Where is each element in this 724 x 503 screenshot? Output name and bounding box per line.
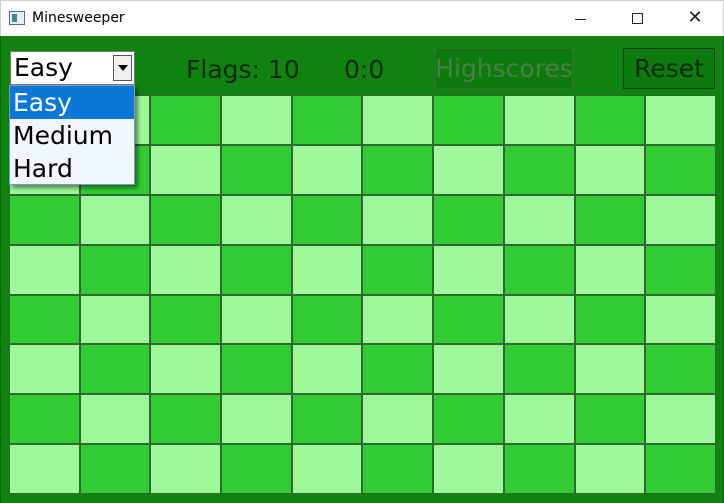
grid-cell[interactable] <box>79 294 151 345</box>
grid-cell[interactable] <box>9 394 80 445</box>
grid-cell[interactable] <box>79 444 151 494</box>
grid-cell[interactable] <box>362 244 434 295</box>
grid-cell[interactable] <box>433 444 504 494</box>
title-bar: Minesweeper ✕ <box>0 0 724 36</box>
grid-cell[interactable] <box>291 194 363 245</box>
grid-cell[interactable] <box>503 144 575 195</box>
grid-cell[interactable] <box>362 444 434 494</box>
dropdown-option-medium[interactable]: Medium <box>10 119 134 152</box>
grid-cell[interactable] <box>574 95 646 145</box>
grid-cell[interactable] <box>433 194 504 245</box>
grid-cell[interactable] <box>503 444 575 494</box>
grid-cell[interactable] <box>645 344 716 395</box>
difficulty-value: Easy <box>14 53 73 82</box>
grid-cell[interactable] <box>503 294 575 345</box>
grid-cell[interactable] <box>79 394 151 445</box>
grid-cell[interactable] <box>503 194 575 245</box>
grid-cell[interactable] <box>150 294 222 345</box>
grid-cell[interactable] <box>362 144 434 195</box>
grid-cell[interactable] <box>221 344 292 395</box>
grid-cell[interactable] <box>291 95 363 145</box>
timer: 0:0 <box>344 55 385 84</box>
grid-cell[interactable] <box>574 444 646 494</box>
grid-cell[interactable] <box>574 294 646 345</box>
grid-cell[interactable] <box>79 194 151 245</box>
grid-cell[interactable] <box>574 244 646 295</box>
grid-cell[interactable] <box>362 394 434 445</box>
grid-cell[interactable] <box>645 394 716 445</box>
grid-cell[interactable] <box>9 444 80 494</box>
close-icon: ✕ <box>687 7 703 28</box>
grid-cell[interactable] <box>645 244 716 295</box>
grid-cell[interactable] <box>574 394 646 445</box>
close-button[interactable]: ✕ <box>672 1 718 35</box>
grid-cell[interactable] <box>291 394 363 445</box>
difficulty-dropdown-list: Easy Medium Hard <box>9 85 135 185</box>
grid-cell[interactable] <box>503 344 575 395</box>
grid-cell[interactable] <box>433 344 504 395</box>
grid-cell[interactable] <box>503 95 575 145</box>
grid-cell[interactable] <box>221 394 292 445</box>
grid-cell[interactable] <box>221 194 292 245</box>
grid-cell[interactable] <box>150 394 222 445</box>
grid-cell[interactable] <box>221 144 292 195</box>
grid-cell[interactable] <box>362 294 434 345</box>
grid-cell[interactable] <box>433 95 504 145</box>
grid-cell[interactable] <box>503 394 575 445</box>
window-icon <box>9 11 25 25</box>
grid-cell[interactable] <box>291 144 363 195</box>
flags-counter: Flags: 10 <box>186 55 300 84</box>
maximize-icon <box>631 12 643 24</box>
grid-cell[interactable] <box>433 144 504 195</box>
grid-cell[interactable] <box>291 344 363 395</box>
grid-cell[interactable] <box>433 244 504 295</box>
grid-cell[interactable] <box>645 144 716 195</box>
grid-cell[interactable] <box>79 344 151 395</box>
grid-cell[interactable] <box>645 194 716 245</box>
maximize-button[interactable] <box>614 1 660 35</box>
difficulty-select[interactable]: Easy <box>10 51 135 85</box>
grid-cell[interactable] <box>433 394 504 445</box>
grid-cell[interactable] <box>150 244 222 295</box>
grid-cell[interactable] <box>362 194 434 245</box>
highscores-button[interactable]: Highscores <box>435 48 573 89</box>
grid-cell[interactable] <box>574 144 646 195</box>
dropdown-option-easy[interactable]: Easy <box>10 86 134 119</box>
grid-cell[interactable] <box>362 95 434 145</box>
grid-cell[interactable] <box>574 344 646 395</box>
grid-cell[interactable] <box>291 444 363 494</box>
grid-cell[interactable] <box>221 444 292 494</box>
reset-button[interactable]: Reset <box>623 48 715 89</box>
grid-cell[interactable] <box>9 244 80 295</box>
grid-cell[interactable] <box>433 294 504 345</box>
grid-cell[interactable] <box>574 194 646 245</box>
grid-cell[interactable] <box>150 144 222 195</box>
grid-cell[interactable] <box>503 244 575 295</box>
grid-cell[interactable] <box>221 244 292 295</box>
minimize-icon <box>574 18 586 20</box>
chevron-down-icon[interactable] <box>113 55 132 81</box>
grid-cell[interactable] <box>9 344 80 395</box>
grid-cell[interactable] <box>362 344 434 395</box>
grid-cell[interactable] <box>9 194 80 245</box>
grid-cell[interactable] <box>221 294 292 345</box>
grid-cell[interactable] <box>291 244 363 295</box>
grid-cell[interactable] <box>645 294 716 345</box>
window-title: Minesweeper <box>32 10 125 26</box>
minimize-button[interactable] <box>557 1 603 35</box>
grid-cell[interactable] <box>645 444 716 494</box>
grid-cell[interactable] <box>9 294 80 345</box>
dropdown-option-hard[interactable]: Hard <box>10 152 134 185</box>
grid-cell[interactable] <box>150 444 222 494</box>
grid-cell[interactable] <box>79 244 151 295</box>
grid-cell[interactable] <box>150 344 222 395</box>
grid-cell[interactable] <box>221 95 292 145</box>
grid-cell[interactable] <box>150 194 222 245</box>
grid-cell[interactable] <box>291 294 363 345</box>
grid-cell[interactable] <box>645 95 716 145</box>
grid-cell[interactable] <box>150 95 222 145</box>
